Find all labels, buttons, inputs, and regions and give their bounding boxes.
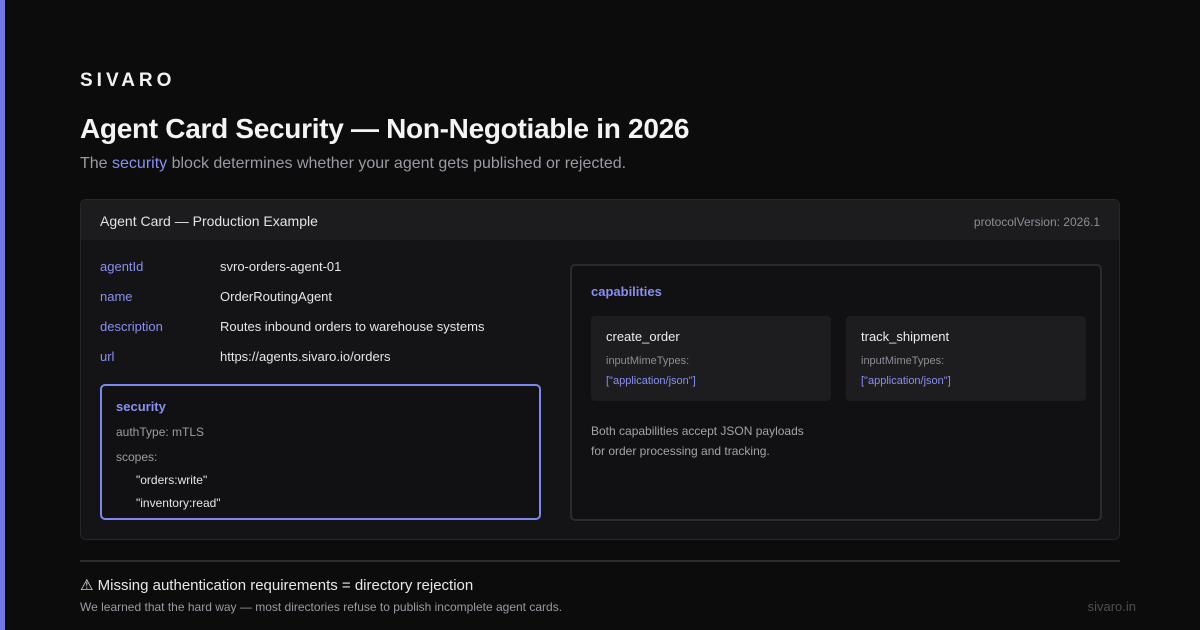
field-value: Routes inbound orders to warehouse syste… xyxy=(220,319,485,334)
capabilities-note-line: for order processing and tracking. xyxy=(591,444,770,458)
page: SIVARO Agent Card Security — Non-Negotia… xyxy=(0,0,1200,630)
page-subtitle: The security block determines whether yo… xyxy=(80,155,626,173)
left-accent-bar xyxy=(0,0,5,630)
capability-name: create_order xyxy=(606,329,680,344)
agent-card: Agent Card — Production Example protocol… xyxy=(80,199,1120,540)
mime-types-value: ["application/json"] xyxy=(606,375,696,387)
field-row-agentid: agentId svro-orders-agent-01 xyxy=(100,259,540,279)
security-title: security xyxy=(116,399,166,414)
field-row-name: name OrderRoutingAgent xyxy=(100,289,540,309)
capability-card-create-order: create_order inputMimeTypes: ["applicati… xyxy=(591,316,831,401)
security-block: security authType: mTLS scopes: "orders:… xyxy=(100,384,541,520)
brand-logo: SIVARO xyxy=(80,70,176,91)
capability-name: track_shipment xyxy=(861,329,950,344)
field-key: agentId xyxy=(100,259,144,274)
subtitle-suffix: block determines whether your agent gets… xyxy=(167,155,627,172)
field-value: OrderRoutingAgent xyxy=(220,289,333,304)
capabilities-title: capabilities xyxy=(591,284,662,299)
subtitle-highlight: security xyxy=(112,155,168,172)
scopes-label: scopes: xyxy=(116,450,158,464)
warning-headline: ⚠ Missing authentication requirements = … xyxy=(80,577,474,594)
field-key: name xyxy=(100,289,133,304)
field-key: description xyxy=(100,319,163,334)
mime-types-value: ["application/json"] xyxy=(861,375,951,387)
scope-item: "orders:write" xyxy=(136,473,208,487)
warning-subtext: We learned that the hard way — most dire… xyxy=(80,600,563,614)
auth-type: authType: mTLS xyxy=(116,425,205,439)
page-title: Agent Card Security — Non-Negotiable in … xyxy=(80,113,690,144)
divider xyxy=(80,560,1120,562)
field-row-url: url https://agents.sivaro.io/orders xyxy=(100,349,540,369)
agent-card-header: Agent Card — Production Example protocol… xyxy=(81,200,1119,240)
capability-card-track-shipment: track_shipment inputMimeTypes: ["applica… xyxy=(846,316,1086,401)
mime-types-label: inputMimeTypes: xyxy=(861,355,945,367)
capabilities-block: capabilities create_order inputMimeTypes… xyxy=(570,264,1102,521)
field-key: url xyxy=(100,349,115,364)
mime-types-label: inputMimeTypes: xyxy=(606,355,690,367)
field-value: https://agents.sivaro.io/orders xyxy=(220,349,391,364)
scope-item: "inventory:read" xyxy=(136,496,221,510)
field-row-description: description Routes inbound orders to war… xyxy=(100,319,540,339)
capabilities-note-line: Both capabilities accept JSON payloads xyxy=(591,424,804,438)
agent-card-title: Agent Card — Production Example xyxy=(100,213,318,229)
protocol-version: protocolVersion: 2026.1 xyxy=(973,215,1100,229)
field-value: svro-orders-agent-01 xyxy=(220,259,342,274)
footer-url: sivaro.in xyxy=(1087,599,1136,614)
subtitle-prefix: The xyxy=(80,155,113,172)
